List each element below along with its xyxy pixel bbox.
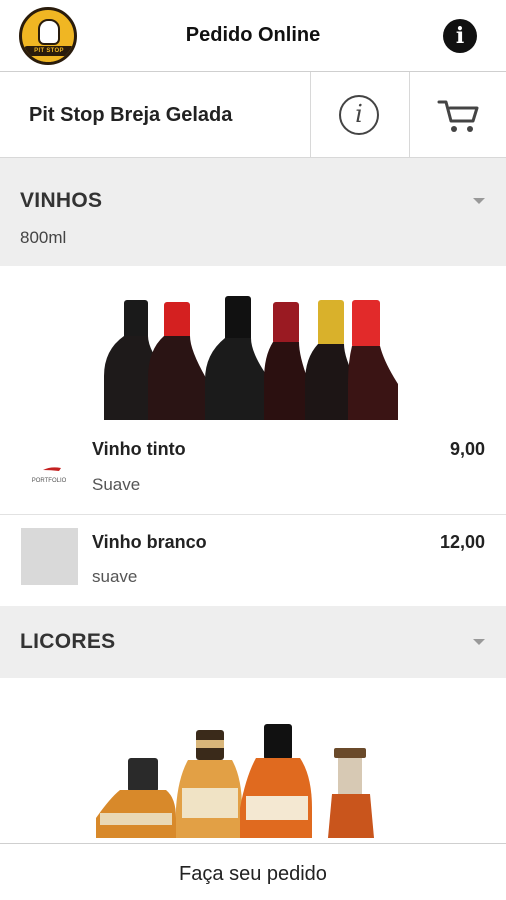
product-row-vinho-tinto[interactable]: PORTFOLIO Vinho tinto Suave 9,00 [0,424,506,516]
product-name: Vinho branco [92,532,207,552]
category-title: VINHOS [20,189,103,212]
order-footer-button[interactable]: Faça seu pedido [0,843,506,900]
category-image-vinhos [0,266,506,426]
divider [310,72,311,158]
product-price: 12,00 [439,532,485,552]
category-header-vinhos[interactable]: VINHOS 800ml [0,158,506,266]
logo-text: PIT STOP BREJA [34,48,64,64]
product-price: 9,00 [449,439,485,459]
chevron-down-icon[interactable] [473,198,485,204]
product-name: Vinho tinto [92,439,186,459]
store-info-icon[interactable]: i [339,95,379,135]
liquor-bottles-image [96,724,374,838]
cart-icon[interactable] [437,96,479,134]
divider [409,72,410,158]
info-icon[interactable]: i [443,19,477,53]
product-description: Suave [92,475,141,494]
thumbnail-brand-text: PORTFOLIO [32,478,67,484]
product-description: suave [92,567,138,586]
category-title: LICORES [20,630,116,653]
product-row-vinho-branco[interactable]: Vinho branco suave 12,00 [0,515,506,607]
chevron-down-icon[interactable] [473,639,485,645]
product-thumbnail-placeholder [21,528,78,585]
page-title: Pedido Online [185,24,321,46]
category-image-licores [0,678,506,843]
product-thumbnail: PORTFOLIO [21,440,78,497]
category-header-licores[interactable]: LICORES [0,606,506,678]
order-button-label: Faça seu pedido [179,863,327,885]
app-bar: PIT STOP BREJA Pedido Online i [0,0,506,72]
wine-bottles-image [104,296,398,420]
store-bar: Pit Stop Breja Gelada i [0,72,506,158]
store-name: Pit Stop Breja Gelada [29,104,233,126]
category-subtitle: 800ml [20,228,67,247]
